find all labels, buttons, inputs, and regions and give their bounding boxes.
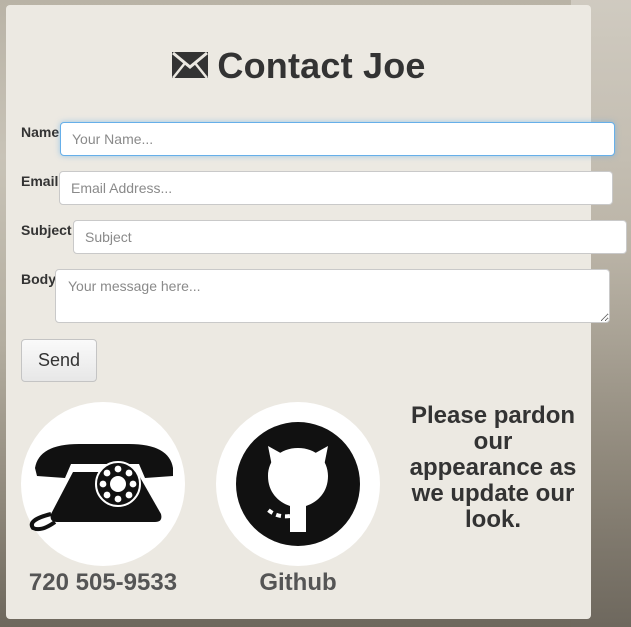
notice-text: Please pardon our appearance as we updat… (409, 402, 577, 533)
email-input[interactable] (59, 171, 613, 205)
body-textarea[interactable] (55, 269, 610, 323)
name-label: Name (21, 124, 60, 140)
page-title: Contact Joe (6, 45, 591, 89)
github-icon (236, 422, 360, 546)
github-label[interactable]: Github (216, 569, 380, 597)
contact-panel: Contact Joe Name Email Subject Body Send (6, 5, 627, 619)
phone-number[interactable]: 720 505-9533 (21, 569, 185, 597)
subject-input[interactable] (73, 220, 627, 254)
phone-link[interactable] (21, 402, 185, 566)
send-button[interactable]: Send (21, 339, 97, 382)
page-title-text: Contact Joe (217, 45, 426, 86)
telephone-icon (29, 444, 173, 532)
email-label: Email (21, 173, 59, 189)
name-input[interactable] (60, 122, 615, 156)
envelope-icon (171, 47, 209, 89)
github-link[interactable] (216, 402, 380, 566)
body-label: Body (21, 271, 56, 287)
subject-label: Subject (21, 222, 72, 238)
